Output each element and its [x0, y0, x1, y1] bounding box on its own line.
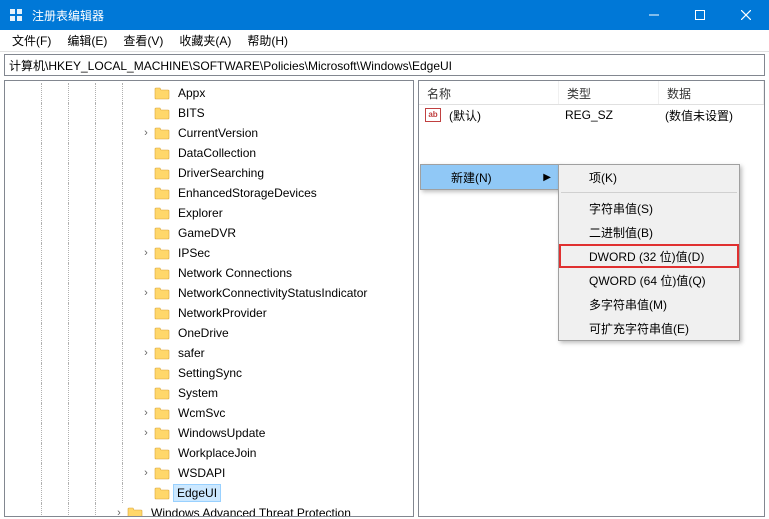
menu-item-dword[interactable]: DWORD (32 位)值(D)	[559, 244, 739, 268]
menu-item-new[interactable]: 新建(N) ▶	[421, 165, 559, 189]
tree-item-label: OneDrive	[178, 326, 229, 340]
tree-item-label: Windows Advanced Threat Protection	[151, 506, 351, 517]
tree-item[interactable]: EnhancedStorageDevices	[5, 183, 413, 203]
tree-pane[interactable]: Appx BITS › CurrentVersion DataCollection Dri…	[4, 80, 414, 517]
context-menu: 新建(N) ▶	[420, 164, 560, 190]
tree-item[interactable]: › IPSec	[5, 243, 413, 263]
col-type[interactable]: 类型	[559, 81, 659, 104]
menu-item-binary[interactable]: 二进制值(B)	[559, 220, 739, 244]
cell-type: REG_SZ	[557, 108, 657, 122]
menu-item-string[interactable]: 字符串值(S)	[559, 196, 739, 220]
tree-item[interactable]: › WindowsUpdate	[5, 423, 413, 443]
tree-item-label: Network Connections	[178, 266, 292, 280]
menu-file[interactable]: 文件(F)	[4, 30, 59, 51]
string-value-icon: ab	[425, 108, 441, 122]
expander-icon[interactable]: ›	[140, 467, 152, 479]
tree-item-label: safer	[178, 346, 205, 360]
window-controls	[631, 0, 769, 30]
tree-item-label: GameDVR	[178, 226, 236, 240]
tree-item-label: Appx	[178, 86, 205, 100]
tree-item[interactable]: DriverSearching	[5, 163, 413, 183]
menu-separator	[561, 192, 737, 193]
menu-favorites[interactable]: 收藏夹(A)	[171, 30, 239, 51]
tree-item[interactable]: System	[5, 383, 413, 403]
menu-item-label: QWORD (64 位)值(Q)	[589, 272, 706, 289]
menu-item-label: 新建(N)	[451, 169, 492, 186]
tree-item[interactable]: › safer	[5, 343, 413, 363]
expander-icon[interactable]: ›	[113, 507, 125, 517]
menu-edit[interactable]: 编辑(E)	[59, 30, 115, 51]
tree-item[interactable]: Appx	[5, 83, 413, 103]
tree-item-label: WorkplaceJoin	[178, 446, 256, 460]
menu-view[interactable]: 查看(V)	[115, 30, 171, 51]
tree-item[interactable]: › NetworkConnectivityStatusIndicator	[5, 283, 413, 303]
address-text: 计算机\HKEY_LOCAL_MACHINE\SOFTWARE\Policies…	[9, 57, 452, 74]
menubar: 文件(F) 编辑(E) 查看(V) 收藏夹(A) 帮助(H)	[0, 30, 769, 52]
titlebar: 注册表编辑器	[0, 0, 769, 30]
tree-item-label: CurrentVersion	[178, 126, 258, 140]
menu-item-multistring[interactable]: 多字符串值(M)	[559, 292, 739, 316]
tree-item-label: SettingSync	[178, 366, 242, 380]
tree-item[interactable]: NetworkProvider	[5, 303, 413, 323]
tree-item[interactable]: › Windows Advanced Threat Protection	[5, 503, 413, 517]
tree-item-label: NetworkProvider	[178, 306, 267, 320]
menu-item-label: DWORD (32 位)值(D)	[589, 248, 704, 265]
menu-item-qword[interactable]: QWORD (64 位)值(Q)	[559, 268, 739, 292]
tree-item[interactable]: GameDVR	[5, 223, 413, 243]
tree-item-label: WindowsUpdate	[178, 426, 265, 440]
window-title: 注册表编辑器	[32, 7, 631, 24]
menu-item-label: 字符串值(S)	[589, 200, 653, 217]
expander-icon[interactable]: ›	[140, 347, 152, 359]
tree-item-label: BITS	[178, 106, 205, 120]
menu-item-key[interactable]: 项(K)	[559, 165, 739, 189]
tree-item[interactable]: › WcmSvc	[5, 403, 413, 423]
menu-item-label: 多字符串值(M)	[589, 296, 667, 313]
col-name[interactable]: 名称	[419, 81, 559, 104]
tree-item[interactable]: OneDrive	[5, 323, 413, 343]
list-row[interactable]: ab (默认) REG_SZ (数值未设置)	[419, 105, 764, 125]
menu-item-label: 可扩充字符串值(E)	[589, 320, 689, 337]
tree-item-label: EdgeUI	[177, 486, 217, 500]
tree-item[interactable]: › CurrentVersion	[5, 123, 413, 143]
tree-item-label: System	[178, 386, 218, 400]
tree-item-label: WSDAPI	[178, 466, 225, 480]
tree-item-label: IPSec	[178, 246, 210, 260]
tree-item-label: DriverSearching	[178, 166, 264, 180]
app-icon	[8, 7, 24, 23]
menu-help[interactable]: 帮助(H)	[239, 30, 296, 51]
expander-icon[interactable]: ›	[140, 247, 152, 259]
menu-item-expandstring[interactable]: 可扩充字符串值(E)	[559, 316, 739, 340]
expander-icon[interactable]: ›	[140, 287, 152, 299]
tree-item[interactable]: Explorer	[5, 203, 413, 223]
col-data[interactable]: 数据	[659, 81, 764, 104]
tree-item[interactable]: WorkplaceJoin	[5, 443, 413, 463]
menu-item-label: 项(K)	[589, 169, 617, 186]
minimize-button[interactable]	[631, 0, 677, 30]
tree-item-label: WcmSvc	[178, 406, 225, 420]
menu-item-label: 二进制值(B)	[589, 224, 653, 241]
submenu-arrow-icon: ▶	[543, 172, 551, 183]
cell-name: (默认)	[441, 107, 557, 124]
tree-item-label: DataCollection	[178, 146, 256, 160]
tree-item-label: NetworkConnectivityStatusIndicator	[178, 286, 367, 300]
expander-icon[interactable]: ›	[140, 427, 152, 439]
tree-item[interactable]: EdgeUI	[5, 483, 413, 503]
tree-item[interactable]: DataCollection	[5, 143, 413, 163]
tree-item-label: Explorer	[178, 206, 223, 220]
tree-item[interactable]: SettingSync	[5, 363, 413, 383]
address-bar[interactable]: 计算机\HKEY_LOCAL_MACHINE\SOFTWARE\Policies…	[4, 54, 765, 76]
tree-item[interactable]: Network Connections	[5, 263, 413, 283]
list-header: 名称 类型 数据	[419, 81, 764, 105]
tree-item[interactable]: › WSDAPI	[5, 463, 413, 483]
tree-item-label: EnhancedStorageDevices	[178, 186, 317, 200]
close-button[interactable]	[723, 0, 769, 30]
expander-icon[interactable]: ›	[140, 407, 152, 419]
context-submenu-new: 项(K) 字符串值(S) 二进制值(B) DWORD (32 位)值(D) QW…	[558, 164, 740, 341]
maximize-button[interactable]	[677, 0, 723, 30]
cell-data: (数值未设置)	[657, 107, 764, 124]
expander-icon[interactable]: ›	[140, 127, 152, 139]
tree-item[interactable]: BITS	[5, 103, 413, 123]
